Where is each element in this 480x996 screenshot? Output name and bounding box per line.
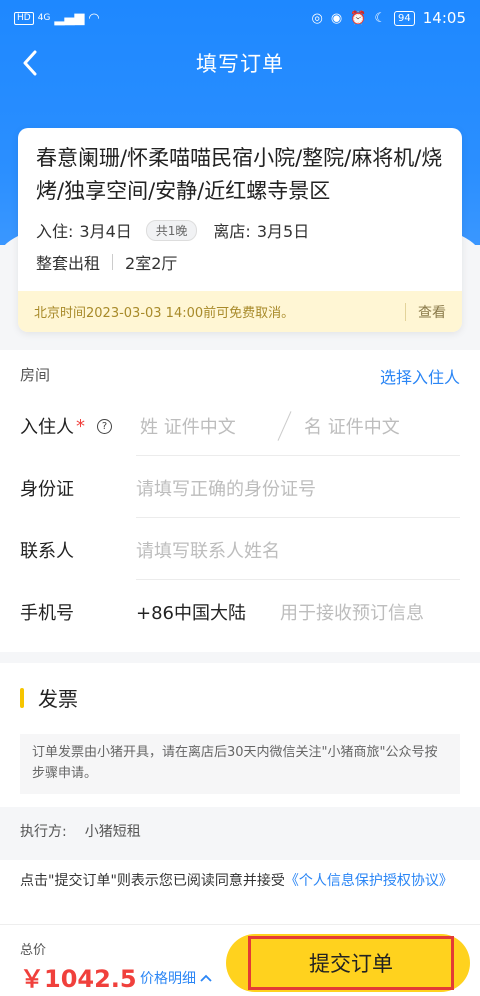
rent-info: 整套出租 2室2厅 bbox=[36, 250, 177, 274]
executor-info: 执行方: 小猪短租 bbox=[0, 807, 480, 855]
invoice-header: 发票 bbox=[20, 683, 78, 712]
section-marker bbox=[20, 687, 24, 708]
help-icon[interactable]: ? bbox=[97, 418, 112, 434]
signal-icon: ▂▄▆ bbox=[54, 10, 85, 26]
privacy-agreement-link[interactable]: 《个人信息保护授权协议》 bbox=[285, 873, 453, 889]
guest-row: 入住人 * ? 姓 证件中文 名 证件中文 bbox=[0, 396, 480, 456]
submit-button-bg: 提交订单 bbox=[226, 934, 470, 992]
id-label: 身份证 bbox=[20, 479, 74, 500]
listing-card: 春意阑珊/怀柔喵喵民宿小院/整院/麻将机/烧烤/独享空间/安静/近红螺寺景区 入… bbox=[18, 128, 462, 332]
divider bbox=[136, 455, 460, 456]
invoice-section: 发票 订单发票由小猪开具，请在离店后30天内微信关注"小猪商旅"公众号按步骤申请… bbox=[0, 663, 480, 807]
back-button[interactable] bbox=[14, 47, 46, 79]
id-row: 身份证 请填写正确的身份证号 bbox=[0, 458, 480, 518]
contact-label: 联系人 bbox=[20, 541, 74, 562]
id-input[interactable]: 请填写正确的身份证号 bbox=[136, 458, 316, 518]
checkin-label: 入住: bbox=[36, 222, 74, 241]
phone-row: 手机号 +86中国大陆 用于接收预订信息 bbox=[0, 582, 480, 642]
divider bbox=[136, 579, 460, 580]
pick-guest-button[interactable]: 选择入住人 bbox=[380, 364, 460, 388]
cancel-policy: 北京时间2023-03-03 14:00前可免费取消。 bbox=[34, 306, 295, 321]
invoice-title: 发票 bbox=[38, 687, 78, 711]
agreement-prefix: 点击"提交订单"则表示您已阅读同意并接受 bbox=[20, 873, 285, 889]
nav-bar: 填写订单 bbox=[0, 36, 480, 90]
total-price: ￥1042.5 bbox=[20, 965, 137, 993]
network-type: 4G bbox=[37, 13, 51, 23]
chevron-up-icon bbox=[200, 974, 212, 982]
total-label: 总价 bbox=[20, 943, 47, 958]
guest-label: 入住人 bbox=[20, 417, 74, 438]
executor-value: 小猪短租 bbox=[84, 824, 141, 840]
moon-icon: ☾ bbox=[374, 10, 387, 26]
divider bbox=[136, 517, 460, 518]
clock: 14:05 bbox=[422, 9, 466, 27]
bottom-bar: 总价 ￥1042.5 价格明细 提交订单 bbox=[0, 924, 480, 996]
agreement-text: 点击"提交订单"则表示您已阅读同意并接受《个人信息保护授权协议》 bbox=[0, 860, 480, 924]
vibrate-icon: ◎ bbox=[311, 10, 323, 26]
view-policy-button[interactable]: 查看 bbox=[405, 302, 446, 322]
nights-badge: 共1晚 bbox=[145, 219, 198, 241]
phone-input[interactable]: 用于接收预订信息 bbox=[280, 582, 424, 642]
invoice-note: 订单发票由小猪开具，请在离店后30天内微信关注"小猪商旅"公众号按步骤申请。 bbox=[20, 734, 460, 794]
divider bbox=[112, 254, 114, 270]
chevron-left-icon bbox=[23, 50, 37, 76]
alarm-icon: ⏰ bbox=[350, 10, 367, 26]
cancel-policy-bar: 北京时间2023-03-03 14:00前可免费取消。 查看 bbox=[18, 291, 462, 332]
stay-dates: 入住: 3月4日 共1晚 离店: 3月5日 bbox=[36, 218, 309, 242]
name-separator bbox=[277, 411, 292, 441]
last-name-input[interactable]: 姓 证件中文 bbox=[140, 396, 236, 456]
checkin-date: 3月4日 bbox=[79, 222, 132, 241]
eye-icon: ◉ bbox=[330, 10, 343, 26]
hd-indicator: HD bbox=[14, 11, 34, 25]
room-label: 房间 bbox=[20, 366, 51, 384]
price-detail-button[interactable]: 价格明细 bbox=[140, 968, 212, 988]
required-mark: * bbox=[76, 415, 85, 437]
wifi-icon: ◠ bbox=[88, 10, 100, 26]
phone-label: 手机号 bbox=[20, 603, 74, 624]
checkout-label: 离店: bbox=[213, 222, 251, 241]
executor-label: 执行方: bbox=[20, 824, 67, 840]
contact-input[interactable]: 请填写联系人姓名 bbox=[136, 520, 280, 580]
checkout-date: 3月5日 bbox=[256, 222, 310, 241]
status-bar: HD 4G ▂▄▆ ◠ ◎ ◉ ⏰ ☾ 94 14:05 bbox=[0, 0, 480, 36]
first-name-input[interactable]: 名 证件中文 bbox=[304, 396, 400, 456]
page-title: 填写订单 bbox=[196, 52, 284, 76]
listing-title: 春意阑珊/怀柔喵喵民宿小院/整院/麻将机/烧烤/独享空间/安静/近红螺寺景区 bbox=[36, 146, 443, 203]
room-layout: 2室2厅 bbox=[125, 254, 178, 273]
room-header: 房间 选择入住人 bbox=[20, 364, 460, 388]
price-detail-label: 价格明细 bbox=[140, 971, 196, 987]
battery-icon: 94 bbox=[394, 10, 415, 26]
guest-form: 房间 选择入住人 入住人 * ? 姓 证件中文 名 证件中文 身份证 请填写正确… bbox=[0, 350, 480, 652]
contact-row: 联系人 请填写联系人姓名 bbox=[0, 520, 480, 580]
submit-order-button[interactable]: 提交订单 bbox=[248, 936, 454, 990]
country-code-select[interactable]: +86中国大陆 bbox=[136, 582, 246, 642]
rent-type: 整套出租 bbox=[36, 254, 101, 273]
guest-label-wrap: 入住人 * ? bbox=[20, 396, 112, 456]
